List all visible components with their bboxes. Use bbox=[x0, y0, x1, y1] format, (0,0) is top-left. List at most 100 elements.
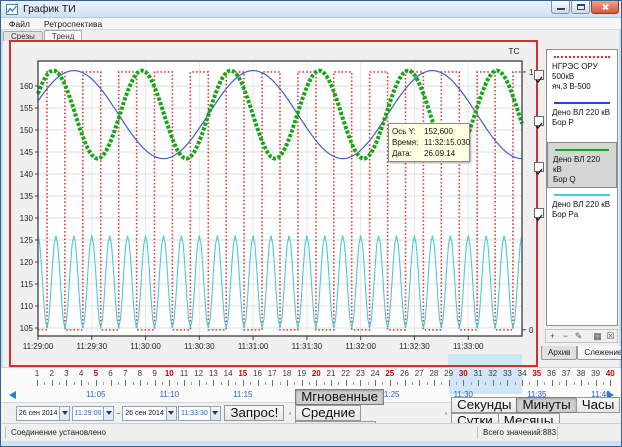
timeline-minute-number[interactable]: 26 bbox=[397, 369, 413, 378]
unit-button[interactable]: Минуты bbox=[516, 397, 576, 413]
tick bbox=[147, 382, 148, 385]
mode-button[interactable]: Средние bbox=[295, 405, 361, 421]
close-button[interactable] bbox=[591, 1, 619, 14]
timeline-minute-number[interactable]: 25 bbox=[382, 369, 398, 378]
tick bbox=[228, 380, 229, 386]
svg-text:110: 110 bbox=[20, 302, 33, 311]
timeline-minute-number[interactable]: 33 bbox=[499, 369, 515, 378]
timeline-minute-number[interactable]: 35 bbox=[529, 369, 545, 378]
maximize-button[interactable] bbox=[571, 1, 590, 14]
menu-file[interactable]: Файл bbox=[9, 19, 30, 29]
timeline-minute-number[interactable]: 6 bbox=[103, 369, 119, 378]
tick bbox=[471, 382, 472, 385]
timeline-minute-number[interactable]: 27 bbox=[411, 369, 427, 378]
menu-retrospective[interactable]: Ретроспектива bbox=[44, 19, 102, 29]
timeline-minute-number[interactable]: 38 bbox=[573, 369, 589, 378]
timeline-minute-number[interactable]: 11 bbox=[176, 369, 192, 378]
legend-label: Бор P bbox=[552, 118, 612, 128]
signal-checkbox[interactable] bbox=[534, 116, 544, 126]
tick bbox=[309, 382, 310, 385]
timeline-minute-number[interactable]: 30 bbox=[455, 369, 471, 378]
timeline-minute-number[interactable]: 22 bbox=[338, 369, 354, 378]
timeline-minute-number[interactable]: 29 bbox=[441, 369, 457, 378]
timeline-minute-number[interactable]: 39 bbox=[588, 369, 604, 378]
tab-tracking[interactable]: Слежение bbox=[577, 346, 622, 360]
timeline-minute-number[interactable]: 13 bbox=[205, 369, 221, 378]
date-to-picker[interactable]: 26 сен 2014 bbox=[122, 406, 177, 421]
mode-button[interactable]: Мгновенные bbox=[295, 389, 384, 405]
time-to-picker[interactable]: 11:33:30 bbox=[178, 406, 221, 421]
timeline-prev-arrow-icon[interactable] bbox=[9, 391, 16, 399]
timeline-minute-number[interactable]: 3 bbox=[58, 369, 74, 378]
timeline-minute-number[interactable]: 24 bbox=[367, 369, 383, 378]
signal-checkbox[interactable] bbox=[534, 70, 544, 80]
timeline-minute-number[interactable]: 23 bbox=[352, 369, 368, 378]
legend-item[interactable]: Дено ВЛ 220 кВБор Q bbox=[547, 142, 617, 188]
tick bbox=[331, 380, 332, 386]
tick bbox=[390, 380, 391, 386]
signal-checkbox[interactable] bbox=[534, 162, 544, 172]
time-from-picker[interactable]: 11:29:00 bbox=[72, 406, 115, 421]
timeline-minute-number[interactable]: 14 bbox=[220, 369, 236, 378]
tab-archive[interactable]: Архив bbox=[541, 346, 577, 360]
timeline-minute-number[interactable]: 7 bbox=[117, 369, 133, 378]
timeline-minute-number[interactable]: 9 bbox=[147, 369, 163, 378]
timeline-minute-number[interactable]: 18 bbox=[279, 369, 295, 378]
svg-text:11:31:00: 11:31:00 bbox=[238, 342, 269, 351]
legend-item[interactable]: НГРЭС ОРУ 500кВяч.3 В-500 bbox=[547, 50, 617, 96]
edit-icon[interactable]: ✎ bbox=[572, 330, 585, 342]
minimize-button[interactable] bbox=[551, 1, 570, 14]
query-button[interactable]: Запрос! bbox=[224, 405, 284, 421]
tick bbox=[125, 380, 126, 386]
chevron-down-icon[interactable] bbox=[166, 407, 176, 420]
date-from-picker[interactable]: 26 сен 2014 bbox=[16, 406, 71, 421]
menu-bar: Файл Ретроспектива bbox=[1, 18, 622, 30]
timeline-minute-number[interactable]: 5 bbox=[88, 369, 104, 378]
tick bbox=[52, 380, 53, 386]
tick bbox=[485, 382, 486, 385]
chevron-down-icon[interactable] bbox=[210, 407, 220, 420]
chevron-down-icon[interactable] bbox=[103, 407, 113, 420]
timeline-time-label: 11:10 bbox=[151, 390, 187, 399]
delete-icon[interactable]: ☒ bbox=[604, 330, 617, 342]
timeline-minute-number[interactable]: 19 bbox=[294, 369, 310, 378]
timeline-minute-number[interactable]: 8 bbox=[132, 369, 148, 378]
unit-button[interactable]: Часы bbox=[576, 397, 621, 413]
legend-item[interactable]: Дено ВЛ 220 кВБор Pa bbox=[547, 188, 617, 234]
timeline-minute-number[interactable]: 36 bbox=[544, 369, 560, 378]
tick bbox=[74, 382, 75, 385]
tick bbox=[338, 382, 339, 385]
timeline-minute-number[interactable]: 28 bbox=[426, 369, 442, 378]
timeline-minute-number[interactable]: 2 bbox=[44, 369, 60, 378]
tick bbox=[184, 380, 185, 386]
timeline-minute-number[interactable]: 12 bbox=[191, 369, 207, 378]
tick bbox=[353, 382, 354, 385]
timeline-minute-number[interactable]: 16 bbox=[250, 369, 266, 378]
timeline-minute-number[interactable]: 20 bbox=[308, 369, 324, 378]
table-icon[interactable]: ▦ bbox=[591, 330, 604, 342]
timeline-minute-number[interactable]: 40 bbox=[602, 369, 618, 378]
tick bbox=[566, 380, 567, 386]
add-icon[interactable]: + bbox=[546, 330, 559, 342]
timeline-minute-number[interactable]: 21 bbox=[323, 369, 339, 378]
tick bbox=[316, 380, 317, 386]
timeline-minute-number[interactable]: 10 bbox=[161, 369, 177, 378]
signal-checkbox[interactable] bbox=[534, 208, 544, 218]
trend-chart[interactable]: 16015515014514013513012512011511010511:2… bbox=[11, 42, 536, 364]
title-bar: График ТИ bbox=[1, 1, 622, 18]
timeline-minute-number[interactable]: 37 bbox=[558, 369, 574, 378]
timeline-minute-number[interactable]: 31 bbox=[470, 369, 486, 378]
timeline-minute-number[interactable]: 17 bbox=[264, 369, 280, 378]
chevron-down-icon[interactable] bbox=[59, 407, 69, 420]
timeline-minute-number[interactable]: 32 bbox=[485, 369, 501, 378]
legend-label: яч.3 В-500 bbox=[552, 82, 612, 92]
timeline-minute-number[interactable]: 4 bbox=[73, 369, 89, 378]
timeline-minute-number[interactable]: 1 bbox=[29, 369, 45, 378]
legend-item[interactable]: Дено ВЛ 220 кВБор P bbox=[547, 96, 617, 142]
remove-icon[interactable]: − bbox=[559, 330, 572, 342]
tick bbox=[588, 382, 589, 385]
unit-button[interactable]: Секунды bbox=[451, 397, 517, 413]
svg-text:135: 135 bbox=[20, 192, 34, 201]
timeline-minute-number[interactable]: 34 bbox=[514, 369, 530, 378]
timeline-minute-number[interactable]: 15 bbox=[235, 369, 251, 378]
